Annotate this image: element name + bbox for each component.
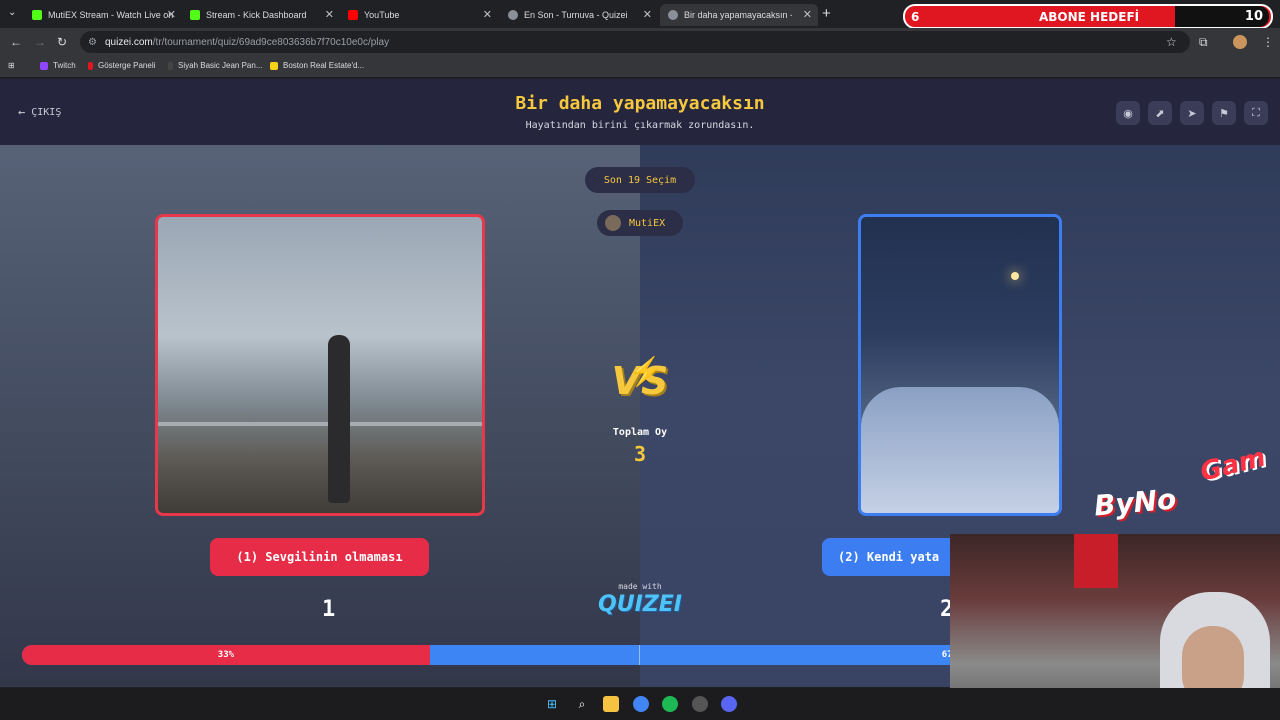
new-tab-icon[interactable]: +: [822, 5, 831, 22]
kick-icon: [32, 10, 42, 20]
right-option-button[interactable]: (2) Kendi yata: [822, 538, 962, 576]
share-icon: ⬈: [1155, 107, 1165, 120]
url-path: /tr/tournament/quiz/69ad9ce803636b7f70c1…: [152, 36, 390, 48]
bookmark-label: Boston Real Estate'd...: [283, 61, 365, 70]
shop-icon: [168, 61, 173, 70]
flag-icon: ⚑: [1219, 107, 1229, 120]
tab-quiz-play[interactable]: Bir daha yapamayacaksın - Tier ✕: [660, 4, 818, 26]
share-button[interactable]: ⬈: [1148, 101, 1172, 125]
extensions-icon[interactable]: ⧉: [1199, 35, 1208, 50]
quizei-logo[interactable]: QUIZEI: [596, 592, 684, 617]
view-button[interactable]: ◉: [1116, 101, 1140, 125]
total-votes-value: 3: [633, 442, 647, 466]
discord-icon[interactable]: [721, 696, 737, 712]
user-name: MutiEX: [629, 217, 666, 229]
tab-kick-dashboard[interactable]: Stream - Kick Dashboard ✕: [182, 4, 340, 26]
brand-bottom-text: ByNo: [1092, 482, 1178, 523]
close-icon[interactable]: ✕: [483, 8, 492, 21]
tab-mutiex-stream[interactable]: MutiEX Stream - Watch Live on ✕: [24, 4, 182, 26]
left-vote-share: 33%: [22, 645, 430, 665]
close-icon[interactable]: ✕: [803, 8, 812, 21]
dashboard-icon: [88, 61, 93, 70]
file-explorer-icon[interactable]: [603, 696, 619, 712]
quizei-icon: [668, 10, 678, 20]
menu-icon[interactable]: ⋮: [1262, 35, 1274, 49]
lamp-light: [1011, 272, 1019, 280]
bookmark-jean[interactable]: Siyah Basic Jean Pan...: [168, 61, 263, 70]
wall-flag: [1074, 534, 1118, 588]
report-button[interactable]: ⚑: [1212, 101, 1236, 125]
windows-start-icon[interactable]: ⊞: [544, 696, 560, 712]
bookmark-twitch[interactable]: Twitch: [40, 61, 76, 70]
send-icon: ➤: [1187, 107, 1197, 120]
subscriber-goal-overlay: 6 ABONE HEDEFİ 10: [903, 4, 1273, 29]
lightning-icon: ⚡: [628, 356, 663, 387]
bookmark-dashboard[interactable]: Gösterge Paneli: [88, 61, 155, 70]
bookmarks-bar: ⊞ Twitch Gösterge Paneli Siyah Basic Jea…: [0, 56, 1280, 78]
left-vote-count: 1: [322, 597, 336, 622]
sea-horizon: [158, 422, 482, 426]
user-pill: MutiEX: [597, 210, 683, 236]
quizei-icon: [508, 10, 518, 20]
person-silhouette: [328, 335, 350, 503]
bookmark-star-icon[interactable]: ☆: [1166, 35, 1177, 49]
address-bar[interactable]: ⚙ quizei.com /tr/tournament/quiz/69ad9ce…: [80, 31, 1190, 53]
goal-target: 10: [1175, 6, 1269, 27]
tab-title: MutiEX Stream - Watch Live on: [48, 10, 174, 20]
goal-label: ABONE HEDEFİ: [1039, 9, 1140, 24]
search-icon[interactable]: ⌕: [574, 696, 590, 712]
taskbar: ⊞ ⌕: [0, 688, 1280, 720]
avatar: [605, 215, 621, 231]
youtube-icon: [348, 10, 358, 20]
tab-title: YouTube: [364, 10, 400, 20]
tab-title: En Son - Turnuva - Quizei: [524, 10, 628, 20]
reload-icon[interactable]: ↻: [57, 35, 67, 49]
bookmark-boston[interactable]: Boston Real Estate'd...: [270, 61, 364, 70]
spotify-icon[interactable]: [662, 696, 678, 712]
apps-icon[interactable]: ⊞: [8, 61, 15, 70]
quiz-subtitle: Hayatından birini çıkarmak zorundasın.: [525, 120, 755, 131]
bookmark-label: Siyah Basic Jean Pan...: [178, 61, 263, 70]
send-button[interactable]: ➤: [1180, 101, 1204, 125]
obs-icon[interactable]: [692, 696, 708, 712]
bookmark-label: Twitch: [53, 61, 76, 70]
tab-title: Stream - Kick Dashboard: [206, 10, 307, 20]
fullscreen-icon: ⛶: [1252, 106, 1260, 119]
close-icon[interactable]: ✕: [643, 8, 652, 21]
browser-toolbar: ← → ↻ ⚙ quizei.com /tr/tournament/quiz/6…: [0, 28, 1280, 56]
bed-blanket: [861, 387, 1059, 513]
brand-top-text: Gam: [1197, 442, 1269, 488]
url-domain: quizei.com: [104, 36, 153, 48]
close-icon[interactable]: ✕: [325, 8, 334, 21]
tab-quizei-tournament[interactable]: En Son - Turnuva - Quizei ✕: [500, 4, 658, 26]
profile-avatar[interactable]: [1233, 35, 1247, 49]
back-icon[interactable]: ←: [10, 35, 22, 49]
goal-current: 6: [911, 9, 920, 24]
forward-icon[interactable]: →: [34, 35, 46, 49]
tab-youtube[interactable]: YouTube ✕: [340, 4, 498, 26]
brand-overlay: Gam ByNo: [1092, 440, 1280, 530]
eye-icon: ◉: [1123, 107, 1133, 120]
twitch-icon: [40, 61, 48, 70]
quiz-title: Bir daha yapamayacaksın: [515, 93, 765, 114]
round-pill: Son 19 Seçim: [585, 167, 695, 193]
tab-title: Bir daha yapamayacaksın - Tier: [684, 10, 792, 20]
total-votes-label: Toplam Oy: [612, 427, 668, 438]
close-icon[interactable]: ✕: [167, 8, 176, 21]
bookmark-label: Gösterge Paneli: [98, 61, 156, 70]
kick-icon: [190, 10, 200, 20]
chrome-icon[interactable]: [633, 696, 649, 712]
tab-list-icon[interactable]: ⌄: [8, 7, 16, 18]
made-with-label: made with: [618, 582, 662, 591]
fullscreen-button[interactable]: ⛶: [1244, 101, 1268, 125]
site-info-icon[interactable]: ⚙: [88, 37, 97, 48]
left-option-image[interactable]: [155, 214, 485, 516]
bar-midline: [639, 645, 640, 665]
boston-icon: [270, 61, 278, 70]
left-option-button[interactable]: (1) Sevgilinin olmaması: [210, 538, 429, 576]
right-option-image[interactable]: [858, 214, 1062, 516]
